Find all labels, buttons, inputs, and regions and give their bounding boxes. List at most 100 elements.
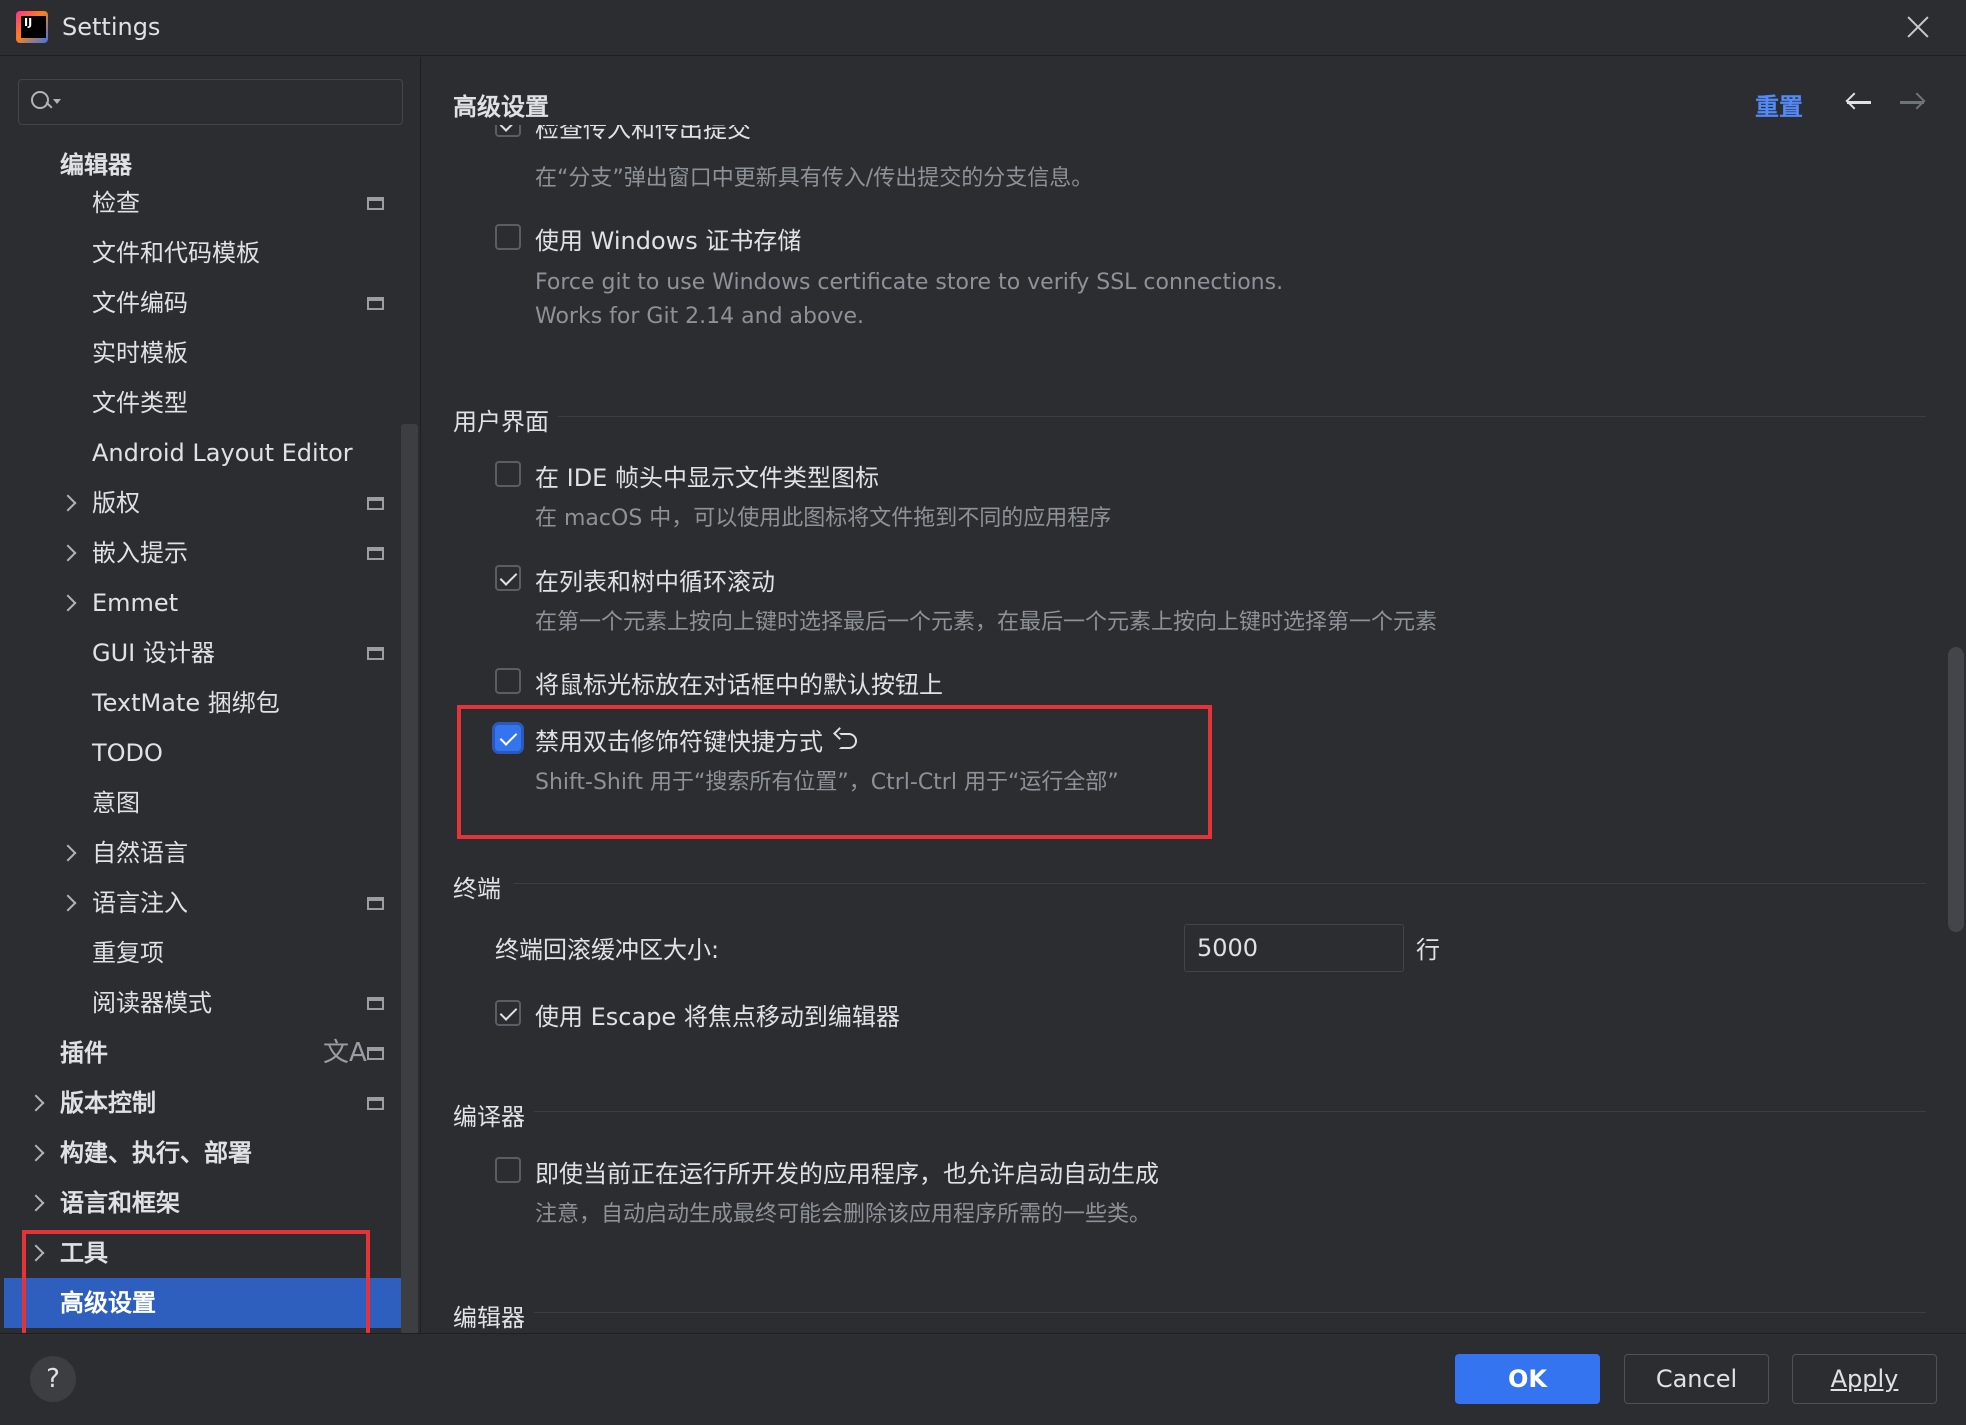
search-input[interactable]	[69, 86, 389, 118]
chevron-right-icon[interactable]	[27, 1244, 45, 1262]
sidebar-item-label: 自然语言	[92, 839, 188, 867]
sidebar-item-tools[interactable]: 工具	[0, 1228, 420, 1278]
apply-button[interactable]: Apply	[1792, 1354, 1937, 1404]
sidebar-item-file-encodings[interactable]: 文件编码	[0, 278, 420, 328]
sidebar-item-duplicates[interactable]: 重复项	[0, 928, 420, 978]
reset-link[interactable]: 重置	[1755, 87, 1803, 122]
sidebar-item-label: 文件和代码模板	[92, 239, 260, 267]
chevron-right-icon[interactable]	[59, 844, 77, 862]
sidebar-item-label: 嵌入提示	[92, 539, 188, 567]
apply-button-label: Apply	[1830, 1365, 1899, 1393]
cyclic-scroll-label: 在列表和树中循环滚动	[535, 568, 775, 596]
sidebar-item-gui-designer[interactable]: GUI 设计器	[0, 628, 420, 678]
project-settings-icon	[367, 997, 384, 1010]
windows-cert-checkbox[interactable]	[495, 224, 521, 250]
sidebar-item-languages-frameworks[interactable]: 语言和框架	[0, 1178, 420, 1228]
section-terminal-header: 终端	[453, 875, 501, 903]
file-type-icon-label: 在 IDE 帧头中显示文件类型图标	[535, 464, 879, 492]
auto-build-label: 即使当前正在运行所开发的应用程序，也允许启动自动生成	[535, 1160, 1159, 1188]
sidebar-item-label: 语言注入	[92, 889, 188, 917]
sidebar-item-label: 版本控制	[60, 1089, 156, 1117]
mouse-default-button-checkbox[interactable]	[495, 668, 521, 694]
sidebar-item-label: 版权	[92, 489, 140, 517]
section-divider	[534, 1312, 1926, 1313]
chevron-right-icon[interactable]	[27, 1094, 45, 1112]
sidebar-item-label: 构建、执行、部署	[60, 1139, 252, 1167]
sidebar-item-label: 阅读器模式	[92, 989, 212, 1017]
section-editor-header: 编辑器	[453, 1304, 525, 1332]
search-icon[interactable]	[31, 91, 53, 113]
sidebar-item-label: Android Layout Editor	[92, 439, 353, 467]
windows-cert-label: 使用 Windows 证书存储	[535, 227, 802, 255]
chevron-right-icon[interactable]	[59, 894, 77, 912]
chevron-down-icon[interactable]	[53, 99, 61, 108]
disable-double-modifier-desc: Shift-Shift 用于“搜索所有位置”，Ctrl-Ctrl 用于“运行全部…	[535, 770, 1119, 795]
auto-build-desc: 注意，自动启动生成最终可能会删除该应用程序所需的一些类。	[535, 1202, 1152, 1227]
sidebar-item-reader-mode[interactable]: 阅读器模式	[0, 978, 420, 1028]
chevron-right-icon[interactable]	[27, 1144, 45, 1162]
sidebar-item-file-types[interactable]: 文件类型	[0, 378, 420, 428]
sidebar-item-inlay-hints[interactable]: 嵌入提示	[0, 528, 420, 578]
help-button[interactable]: ?	[30, 1356, 76, 1402]
incoming-outgoing-checkbox[interactable]	[495, 125, 521, 137]
incoming-outgoing-desc: 在“分支”弹出窗口中更新具有传入/传出提交的分支信息。	[535, 166, 1094, 191]
sidebar-item-language-injections[interactable]: 语言注入	[0, 878, 420, 928]
sidebar-item-live-templates[interactable]: 实时模板	[0, 328, 420, 378]
settings-sidebar: 编辑器 检查 文件和代码模板 文件编码 实时模板 文件类型 Android La…	[0, 57, 420, 1342]
project-settings-icon	[367, 1097, 384, 1110]
escape-focus-checkbox[interactable]	[495, 1000, 521, 1026]
back-arrow-icon[interactable]	[1845, 91, 1873, 113]
undo-icon[interactable]	[835, 729, 857, 751]
cancel-button[interactable]: Cancel	[1624, 1354, 1769, 1404]
sidebar-item-file-templates[interactable]: 文件和代码模板	[0, 228, 420, 278]
sidebar-item-label: 语言和框架	[60, 1189, 180, 1217]
sidebar-item-label: 重复项	[92, 939, 164, 967]
sidebar-item-copyright[interactable]: 版权	[0, 478, 420, 528]
page-title: 高级设置	[453, 93, 549, 121]
sidebar-item-version-control[interactable]: 版本控制	[0, 1078, 420, 1128]
chevron-right-icon[interactable]	[59, 494, 77, 512]
sidebar-item-inspections[interactable]: 检查	[0, 178, 420, 228]
sidebar-item-label: 文件编码	[92, 289, 188, 317]
sidebar-item-advanced-settings[interactable]: 高级设置	[4, 1278, 404, 1328]
translate-icon: 文A	[323, 1038, 367, 1068]
section-divider	[558, 416, 1926, 417]
ok-button[interactable]: OK	[1455, 1354, 1600, 1404]
sidebar-item-todo[interactable]: TODO	[0, 728, 420, 778]
project-settings-icon	[367, 297, 384, 310]
windows-cert-desc-2: Works for Git 2.14 and above.	[535, 304, 865, 329]
auto-build-checkbox[interactable]	[495, 1157, 521, 1183]
section-divider	[534, 1111, 1926, 1112]
forward-arrow-icon[interactable]	[1898, 91, 1926, 113]
sidebar-item-intentions[interactable]: 意图	[0, 778, 420, 828]
sidebar-scrollbar[interactable]	[401, 424, 418, 1334]
sidebar-item-android-layout-editor[interactable]: Android Layout Editor	[0, 428, 420, 478]
terminal-buffer-input[interactable]: 5000	[1184, 924, 1404, 972]
windows-cert-desc-1: Force git to use Windows certificate sto…	[535, 270, 1284, 295]
sidebar-item-label: 插件	[60, 1039, 108, 1067]
cyclic-scroll-checkbox[interactable]	[495, 565, 521, 591]
window-title: Settings	[62, 13, 161, 41]
dialog-footer: ? OK Cancel Apply	[0, 1333, 1966, 1425]
sidebar-item-label: 文件类型	[92, 389, 188, 417]
chevron-right-icon[interactable]	[59, 544, 77, 562]
sidebar-item-label: 检查	[92, 189, 140, 217]
chevron-right-icon[interactable]	[27, 1194, 45, 1212]
sidebar-item-build-execution-deployment[interactable]: 构建、执行、部署	[0, 1128, 420, 1178]
sidebar-item-textmate-bundles[interactable]: TextMate 捆绑包	[0, 678, 420, 728]
close-icon[interactable]	[1904, 13, 1932, 41]
file-type-icon-desc: 在 macOS 中，可以使用此图标将文件拖到不同的应用程序	[535, 506, 1112, 531]
sidebar-item-plugins[interactable]: 插件 文A	[0, 1028, 420, 1078]
sidebar-item-label: 意图	[92, 789, 140, 817]
project-settings-icon	[367, 197, 384, 210]
sidebar-item-label: TextMate 捆绑包	[92, 689, 280, 717]
chevron-right-icon[interactable]	[59, 594, 77, 612]
sidebar-item-label: 高级设置	[60, 1289, 156, 1317]
file-type-icon-checkbox[interactable]	[495, 461, 521, 487]
disable-double-modifier-checkbox[interactable]	[495, 725, 521, 751]
sidebar-item-natural-languages[interactable]: 自然语言	[0, 828, 420, 878]
content-scrollbar[interactable]	[1948, 647, 1964, 932]
sidebar-item-emmet[interactable]: Emmet	[0, 578, 420, 628]
search-field[interactable]	[18, 79, 403, 125]
settings-content: 高级设置 重置 检查传入和传出提交 在“分支”弹出窗口中更新具有传入/传出提交的…	[421, 57, 1966, 1333]
